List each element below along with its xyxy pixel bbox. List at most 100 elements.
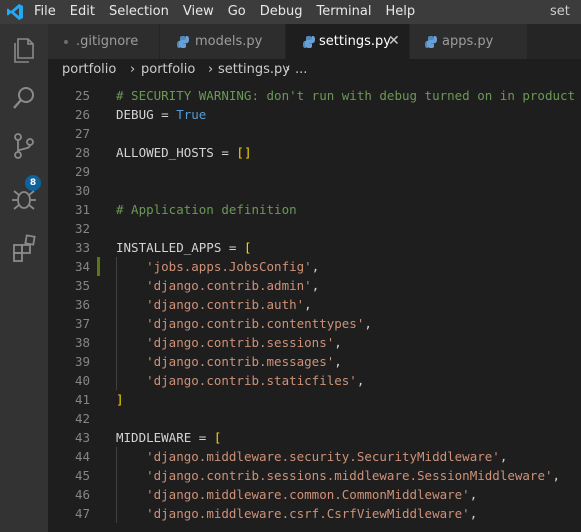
- modified-line-marker[interactable]: [97, 257, 100, 276]
- line-number: 26: [74, 107, 90, 122]
- line-number: 44: [74, 449, 90, 464]
- token: ALLOWED_HOSTS =: [116, 145, 237, 160]
- token-str: 'django.contrib.staticfiles': [146, 373, 357, 388]
- line-number: 33: [74, 240, 90, 255]
- code-line[interactable]: 33 INSTALLED_APPS = [: [48, 238, 581, 257]
- breadcrumb-folder[interactable]: portfolio: [141, 59, 195, 81]
- source-control-icon[interactable]: [8, 130, 40, 162]
- tab-label: apps.py: [442, 34, 494, 49]
- token: DEBUG =: [116, 107, 177, 122]
- python-file-icon: [177, 36, 189, 48]
- code-line[interactable]: 42: [48, 409, 581, 428]
- token: INSTALLED_APPS =: [116, 240, 244, 255]
- token: ,: [311, 278, 320, 293]
- token: MIDDLEWARE =: [116, 430, 214, 445]
- token-bool: True: [176, 107, 207, 122]
- line-number: 28: [74, 145, 90, 160]
- menu-selection[interactable]: Selection: [109, 0, 169, 24]
- python-file-icon: [425, 36, 437, 48]
- menu-terminal[interactable]: Terminal: [317, 0, 372, 24]
- tab-models[interactable]: models.py: [160, 24, 286, 59]
- code-line[interactable]: 29: [48, 162, 581, 181]
- line-number: 47: [74, 506, 90, 521]
- vscode-logo-icon: [7, 4, 23, 20]
- code-line[interactable]: 47 'django.middleware.csrf.CsrfViewMiddl…: [48, 504, 581, 523]
- line-number: 34: [74, 259, 90, 274]
- extensions-icon[interactable]: [8, 232, 40, 264]
- token-str: 'django.contrib.messages': [146, 354, 335, 369]
- line-code: MIDDLEWARE = [: [116, 428, 221, 447]
- code-line[interactable]: 37 'django.contrib.contenttypes',: [48, 314, 581, 333]
- code-line[interactable]: 43 MIDDLEWARE = [: [48, 428, 581, 447]
- activity-bar: 8: [0, 24, 48, 532]
- line-code: 'django.middleware.security.SecurityMidd…: [116, 447, 507, 466]
- python-file-icon: [303, 36, 315, 48]
- tab-apps[interactable]: apps.py: [410, 24, 528, 59]
- code-line[interactable]: 34 'jobs.apps.JobsConfig',: [48, 257, 581, 276]
- tab-settings[interactable]: settings.py ✕: [286, 24, 410, 59]
- line-code: 'django.contrib.sessions',: [116, 333, 342, 352]
- token: ,: [364, 316, 372, 331]
- code-line[interactable]: 30: [48, 181, 581, 200]
- code-line[interactable]: 44 'django.middleware.security.SecurityM…: [48, 447, 581, 466]
- code-editor[interactable]: 25 # SECURITY WARNING: don't run with deb…: [48, 81, 581, 532]
- token: ,: [304, 297, 312, 312]
- token-str: 'django.contrib.admin': [146, 278, 312, 293]
- breadcrumb-symbols[interactable]: ...: [295, 59, 307, 81]
- gitignore-file-icon: [64, 40, 68, 44]
- line-code: 'django.contrib.contenttypes',: [116, 314, 372, 333]
- breadcrumb-file[interactable]: settings.py: [218, 59, 290, 81]
- line-code: DEBUG = True: [116, 105, 206, 124]
- code-line[interactable]: 31 # Application definition: [48, 200, 581, 219]
- token-comment: # SECURITY WARNING: don't run with debug…: [116, 88, 576, 103]
- code-line[interactable]: 39 'django.contrib.messages',: [48, 352, 581, 371]
- line-number: 43: [74, 430, 90, 445]
- menu-file[interactable]: File: [34, 0, 56, 24]
- token-str: 'django.contrib.auth': [146, 297, 305, 312]
- tab-label: settings.py: [319, 34, 391, 49]
- token: ,: [552, 468, 561, 483]
- token-str: 'django.middleware.common.CommonMiddlewa…: [146, 487, 470, 502]
- menu-help[interactable]: Help: [385, 0, 415, 24]
- code-line[interactable]: 35 'django.contrib.admin',: [48, 276, 581, 295]
- token: ,: [469, 506, 478, 521]
- menu-view[interactable]: View: [183, 0, 214, 24]
- breadcrumb-folder[interactable]: portfolio: [62, 59, 116, 81]
- explorer-icon[interactable]: [8, 34, 40, 66]
- code-line[interactable]: 28 ALLOWED_HOSTS = []: [48, 143, 581, 162]
- line-code: 'django.contrib.admin',: [116, 276, 319, 295]
- code-line[interactable]: 38 'django.contrib.sessions',: [48, 333, 581, 352]
- code-line[interactable]: 32: [48, 219, 581, 238]
- close-icon[interactable]: ✕: [388, 24, 400, 59]
- line-code: INSTALLED_APPS = [: [116, 238, 251, 257]
- menu-edit[interactable]: Edit: [70, 0, 95, 24]
- code-line[interactable]: 36 'django.contrib.auth',: [48, 295, 581, 314]
- line-number: 40: [74, 373, 90, 388]
- code-line[interactable]: 40 'django.contrib.staticfiles',: [48, 371, 581, 390]
- code-line[interactable]: 45 'django.contrib.sessions.middleware.S…: [48, 466, 581, 485]
- menu-debug[interactable]: Debug: [260, 0, 303, 24]
- code-line[interactable]: 25 # SECURITY WARNING: don't run with deb…: [48, 86, 581, 105]
- token-str: 'django.contrib.contenttypes': [146, 316, 365, 331]
- line-code: ALLOWED_HOSTS = []: [116, 143, 251, 162]
- code-line[interactable]: 41]: [48, 390, 581, 409]
- code-line[interactable]: 46 'django.middleware.common.CommonMiddl…: [48, 485, 581, 504]
- line-code: 'django.contrib.sessions.middleware.Sess…: [116, 466, 560, 485]
- line-number: 32: [74, 221, 90, 236]
- line-number: 42: [74, 411, 90, 426]
- line-number: 45: [74, 468, 90, 483]
- code-line[interactable]: 26 DEBUG = True: [48, 105, 581, 124]
- tab-gitignore[interactable]: .gitignore: [48, 24, 160, 59]
- menu-go[interactable]: Go: [228, 0, 246, 24]
- line-code: 'django.contrib.messages',: [116, 352, 342, 371]
- line-number: 35: [74, 278, 90, 293]
- code-line[interactable]: 27: [48, 124, 581, 143]
- search-icon[interactable]: [8, 82, 40, 114]
- debug-icon[interactable]: [8, 182, 40, 214]
- editor-tabs: .gitignore models.py settings.py ✕ apps.…: [48, 24, 581, 59]
